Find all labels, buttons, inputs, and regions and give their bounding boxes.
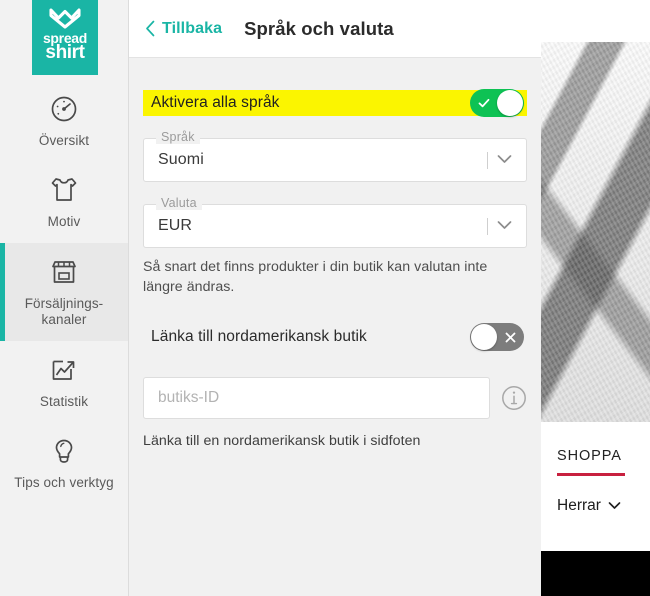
- app-root: spread shirt Översikt Motiv Försäljnings…: [0, 0, 650, 596]
- chevron-down-icon: [608, 497, 621, 515]
- sidebar-item-label: Försäljnings- kanaler: [24, 295, 104, 328]
- currency-select-controls: [487, 217, 526, 235]
- sidebar-item-motiv[interactable]: Motiv: [0, 161, 128, 242]
- sidebar-item-label: Översikt: [38, 133, 90, 148]
- storefront-icon: [47, 255, 81, 289]
- divider: [487, 151, 488, 169]
- sidebar-item-forsaljningskanaler[interactable]: Försäljnings- kanaler: [0, 242, 128, 341]
- shop-id-row: [143, 377, 527, 420]
- shop-id-input[interactable]: [143, 377, 490, 420]
- divider: [487, 217, 488, 235]
- currency-helper-text: Så snart det finns produkter i din butik…: [143, 259, 488, 296]
- spreadshirt-logo[interactable]: spread shirt: [32, 0, 98, 75]
- shop-id-caption: Länka till en nordamerikansk butik i sid…: [143, 433, 421, 450]
- enable-all-languages-toggle[interactable]: [470, 89, 524, 117]
- preview-hero-texture: [541, 42, 650, 422]
- link-na-shop-row: Länka till nordamerikansk butik: [143, 323, 527, 352]
- language-select-value: Suomi: [158, 151, 204, 168]
- settings-form: Aktivera alla språk Språk Suomi Valuta E…: [129, 89, 541, 450]
- sidebar-nav: Översikt Motiv Försäljnings- kanaler Sta…: [0, 80, 128, 504]
- enable-all-languages-label: Aktivera alla språk: [151, 94, 280, 111]
- link-na-shop-toggle[interactable]: [470, 323, 524, 352]
- chevron-down-icon: [497, 217, 512, 235]
- language-select-label: Språk: [156, 130, 200, 144]
- toggle-knob: [471, 324, 497, 351]
- currency-select-label: Valuta: [156, 196, 202, 210]
- back-button[interactable]: Tillbaka: [145, 20, 222, 38]
- link-na-shop-label: Länka till nordamerikansk butik: [151, 328, 367, 346]
- preview-footer-bar: [541, 551, 650, 596]
- shop-preview-panel: SHOPPA Herrar: [541, 0, 650, 596]
- preview-shop-label[interactable]: SHOPPA: [557, 448, 650, 464]
- preview-category-dropdown[interactable]: Herrar: [557, 497, 650, 515]
- currency-select-value: EUR: [158, 217, 193, 234]
- currency-select[interactable]: Valuta EUR: [143, 196, 527, 248]
- page-header: Tillbaka Språk och valuta: [129, 0, 541, 58]
- sidebar-item-statistik[interactable]: Statistik: [0, 341, 128, 422]
- sidebar-item-label: Motiv: [47, 214, 81, 230]
- lightbulb-icon: [47, 434, 81, 468]
- language-select[interactable]: Språk Suomi: [143, 130, 527, 182]
- chevron-left-icon: [145, 20, 156, 37]
- chart-arrow-icon: [47, 353, 81, 387]
- preview-nav: SHOPPA Herrar: [541, 422, 650, 515]
- close-icon: [496, 323, 524, 351]
- sidebar: spread shirt Översikt Motiv Försäljnings…: [0, 0, 129, 596]
- chevron-down-icon: [497, 151, 512, 169]
- logo-wordmark: spread shirt: [43, 31, 87, 64]
- toggle-knob: [497, 90, 523, 116]
- info-icon[interactable]: [501, 385, 527, 411]
- enable-all-languages-row: Aktivera alla språk: [143, 89, 527, 117]
- logo-line-2: shirt: [45, 42, 85, 64]
- heart-icon: [48, 7, 82, 29]
- tshirt-icon: [47, 173, 81, 207]
- language-select-controls: [487, 151, 526, 169]
- sidebar-item-label: Tips och verktyg: [14, 475, 114, 491]
- page-title: Språk och valuta: [244, 17, 394, 39]
- preview-hero-image: [541, 42, 650, 422]
- back-button-label: Tillbaka: [162, 19, 223, 37]
- preview-category-label: Herrar: [557, 497, 601, 514]
- sidebar-item-oversikt[interactable]: Översikt: [0, 80, 128, 161]
- speedometer-icon: [47, 92, 81, 126]
- sidebar-item-label: Statistik: [39, 393, 89, 409]
- check-icon: [470, 89, 498, 117]
- main-panel: Tillbaka Språk och valuta Aktivera alla …: [129, 0, 541, 596]
- sidebar-item-tips-och-verktyg[interactable]: Tips och verktyg: [0, 422, 128, 503]
- preview-shop-underline: [557, 473, 625, 476]
